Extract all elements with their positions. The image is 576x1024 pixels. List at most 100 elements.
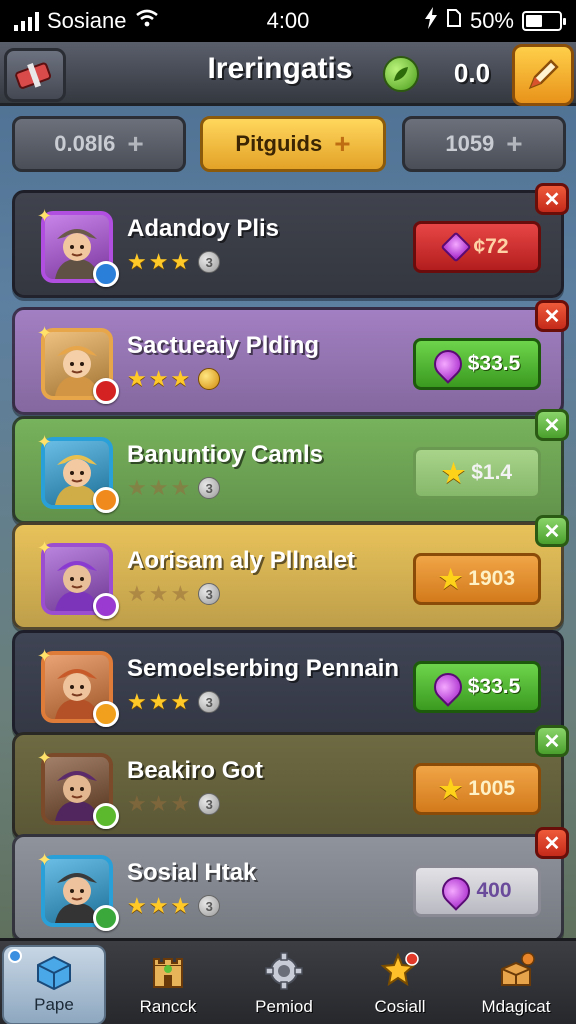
wifi-icon [135, 8, 159, 34]
star-icon: ★ [170, 893, 191, 918]
star-icon: ★ [148, 249, 169, 274]
list-item[interactable]: ✦ Semoelserbing Pennain ★ ★ ★ 3 $33.5 [12, 630, 564, 738]
price-button[interactable]: ★ 1005 [413, 763, 541, 815]
element-badge [93, 803, 119, 829]
level-badge: 3 [198, 895, 221, 917]
level-badge: 3 [198, 477, 221, 499]
price-label: 1005 [468, 777, 516, 800]
star-icon: ★ [170, 581, 191, 606]
tab-label: 1059 [445, 131, 495, 156]
price-button[interactable]: ★ 1903 [413, 553, 541, 605]
plus-icon: + [127, 128, 144, 159]
currency-value: 0.0 [453, 58, 491, 88]
element-badge [93, 593, 119, 619]
notification-dot [8, 949, 22, 963]
star-badge-icon [380, 952, 419, 987]
star-icon: ★ [148, 366, 169, 391]
sim-icon [446, 8, 462, 34]
page-title: Ireringatis [207, 52, 353, 85]
sparkle-icon: ✦ [37, 206, 53, 226]
star-icon: ★ [170, 366, 191, 391]
price-button[interactable]: ★ $1.4 [413, 447, 541, 499]
battery-icon [522, 11, 566, 31]
star-rating: ★ ★ ★ 3 [127, 791, 221, 816]
star-icon: ★ [170, 249, 191, 274]
sparkle-icon: ✦ [37, 432, 53, 452]
element-badge [93, 701, 119, 727]
signal-icon [14, 11, 39, 31]
list-item[interactable]: ✦ Adandoy Plis ★ ★ ★ 3 ¢72 ✕ [12, 183, 569, 298]
sparkle-icon: ✦ [37, 850, 53, 870]
star-icon: ★ [127, 689, 147, 714]
element-badge [93, 487, 119, 513]
list-item[interactable]: ✦ Beakiro Got ★ ★ ★ 3 ★ 1005 ✕ [12, 725, 569, 840]
tab-first[interactable]: 0.08l6 + [12, 116, 186, 172]
star-rating: ★ ★ ★ 3 [127, 475, 221, 500]
level-badge: 3 [198, 583, 221, 605]
close-button[interactable]: ✕ [535, 183, 569, 215]
treasure-chest-icon [501, 952, 535, 986]
gem-icon [427, 344, 468, 384]
battery-percent: 50% [469, 8, 514, 33]
item-title: Adandoy Plis [127, 215, 280, 242]
list-item[interactable]: ✦ Sosial Htak ★ ★ ★ 3 400 ✕ [12, 827, 569, 942]
nav-label: Mdagicat [481, 997, 551, 1016]
bottom-nav: Papе Rancck Pemiod Cosiall Mdagicat [0, 938, 576, 1024]
gear-icon [265, 952, 303, 990]
pencil-icon [528, 59, 559, 90]
item-title: Beakiro Got [127, 757, 264, 784]
star-icon: ★ [170, 791, 191, 816]
list-item[interactable]: ✦ Sactueaiy Plding ★ ★ ★ $33.5 ✕ [12, 300, 569, 415]
item-title: Semoelserbing Pennain [127, 655, 400, 682]
top-bar: Ireringatis 0.0 [0, 42, 576, 106]
nav-item-home[interactable]: Papе [2, 945, 106, 1024]
level-badge: 3 [198, 691, 221, 713]
price-button[interactable]: $33.5 [413, 338, 541, 390]
price-button[interactable]: $33.5 [413, 661, 541, 713]
price-label: 1903 [468, 567, 516, 590]
tab-second[interactable]: Pitguids + [200, 116, 386, 172]
element-badge [93, 905, 119, 931]
star-icon: ★ [127, 366, 147, 391]
star-rating: ★ ★ ★ [127, 366, 221, 391]
item-title: Aorisam aly Pllnalet [127, 547, 356, 574]
element-badge [93, 378, 119, 404]
castle-icon [153, 958, 183, 988]
star-icon: ★ [148, 581, 169, 606]
price-label: $1.4 [471, 461, 513, 484]
carrier-name: Sosiane [47, 8, 127, 33]
item-title: Banuntioy Camls [127, 441, 324, 468]
sparkle-icon: ✦ [37, 323, 53, 343]
check-button[interactable]: ✕ [535, 725, 569, 757]
back-button[interactable] [4, 48, 66, 102]
nav-item-period[interactable]: Pemiod [232, 945, 336, 1024]
nav-item-magic[interactable]: Mdagicat [464, 945, 568, 1024]
price-label: ¢72 [473, 235, 509, 258]
gem-icon [440, 231, 473, 263]
star-icon: ★ [127, 475, 147, 500]
star-icon: ★ [148, 475, 169, 500]
price-label: 400 [476, 879, 512, 902]
nav-item-rank[interactable]: Rancck [116, 945, 220, 1024]
nav-item-social[interactable]: Cosiall [348, 945, 452, 1024]
check-button[interactable]: ✕ [535, 515, 569, 547]
check-button[interactable]: ✕ [535, 409, 569, 441]
price-label: $33.5 [467, 352, 521, 375]
edit-button[interactable] [512, 44, 574, 106]
list-item[interactable]: ✦ Aorisam aly Pllnalet ★ ★ ★ 3 ★ 1903 ✕ [12, 515, 569, 630]
price-button[interactable]: ¢72 [413, 221, 541, 273]
close-button[interactable]: ✕ [535, 827, 569, 859]
plus-icon: + [506, 128, 523, 159]
charging-icon [424, 7, 438, 35]
star-icon: ★ [438, 773, 463, 804]
star-icon: ★ [148, 689, 169, 714]
sparkle-icon: ✦ [37, 538, 53, 558]
close-button[interactable]: ✕ [535, 300, 569, 332]
sparkle-icon: ✦ [37, 646, 53, 666]
tab-third[interactable]: 1059 + [402, 116, 566, 172]
element-badge [93, 261, 119, 287]
gold-coin-icon [198, 368, 221, 390]
list-item[interactable]: ✦ Banuntioy Camls ★ ★ ★ 3 ★ $1.4 ✕ [12, 409, 569, 524]
star-icon: ★ [127, 581, 147, 606]
price-button[interactable]: 400 [413, 865, 541, 917]
